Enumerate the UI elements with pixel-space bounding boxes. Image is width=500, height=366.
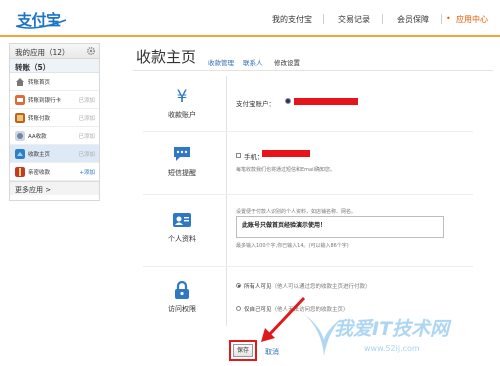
more-apps-link[interactable]: 更多应用 > [10, 181, 99, 195]
top-header: 支付宝 我的支付宝 交易记录 会员保障 • 应用中心 [0, 0, 500, 37]
section-label: 个人资料 [168, 235, 196, 243]
sidebar-item-status: 已添加 [78, 134, 95, 140]
sidebar-item-transfer-bank[interactable]: 转账到银行卡 已添加 [10, 91, 99, 109]
profile-textarea[interactable]: 此账号只做首页经验演示使用！ [236, 216, 444, 238]
header-divider [0, 35, 500, 37]
watermark-url: www.52ij.com [364, 344, 420, 353]
sidebar-item-label: 转账付款 [28, 116, 51, 122]
sidebar-item-label: 转账到银行卡 [28, 98, 62, 104]
sidebar-group-title: 转账（5） [15, 63, 51, 72]
profile-hint-bottom: 最多输入100个字,你已输入14。(可以输入86个字) [236, 243, 349, 249]
sidebar: 我的应用（12） 转账（5） 转账首页 转账到银行卡 已添加 转账付款 已添加 … [9, 43, 100, 201]
gift-icon [15, 167, 25, 177]
logo-text: 支付宝 [17, 11, 61, 29]
sidebar-item-label: 收款主页 [28, 152, 51, 158]
site-watermark: 我爱IT技术网 www.52ij.com [300, 306, 500, 366]
sidebar-item-transfer-home[interactable]: 转账首页 [10, 73, 99, 91]
more-apps-label: 更多应用 > [15, 186, 52, 194]
account-field-label: 支付宝账户： [236, 100, 275, 108]
sidebar-group-transfer[interactable]: 转账（5） [10, 59, 99, 73]
sidebar-item-label: 亲密收款 [28, 170, 51, 176]
sidebar-title: 我的应用（12） [15, 48, 70, 57]
nav-divider [382, 14, 383, 24]
profile-hint-top: 设置便于付款人识别的个人资料，如店铺名称、网名。 [236, 209, 357, 215]
account-avatar [285, 98, 291, 104]
title-divider [133, 70, 493, 71]
aa-icon [15, 131, 25, 141]
section-divider [143, 131, 473, 132]
sidebar-item-status: 已添加 [78, 116, 95, 122]
nav-my-alipay[interactable]: 我的支付宝 [272, 14, 312, 25]
lock-icon [175, 280, 189, 299]
section-sms: 短信提醒 [143, 144, 221, 178]
section-profile: 个人资料 [143, 210, 221, 244]
sidebar-item-aa[interactable]: AA收款 已添加 [10, 127, 99, 145]
yuan-icon: ¥ [177, 87, 188, 106]
nav-member-protection[interactable]: 会员保障 [397, 14, 429, 25]
nav-transactions[interactable]: 交易记录 [338, 14, 370, 25]
section-account: ¥ 收款账户 [143, 86, 221, 120]
sidebar-item-homepage[interactable]: 收款主页 已添加 [10, 145, 99, 163]
profile-card-icon [173, 213, 191, 227]
sidebar-header: 我的应用（12） [10, 44, 99, 59]
cancel-link[interactable]: 取消 [265, 347, 279, 357]
visibility-all-radio[interactable] [236, 283, 241, 288]
bank-card-icon [15, 95, 25, 105]
homepage-icon [15, 149, 25, 159]
phone-redaction [262, 150, 310, 157]
home-icon [16, 78, 24, 86]
sidebar-item-status: 已添加 [78, 152, 95, 158]
visibility-self-radio[interactable] [236, 306, 241, 311]
tab-contacts[interactable]: 联系人 [243, 57, 263, 67]
bullet-icon: • [446, 14, 451, 23]
tab-payment-management[interactable]: 收款管理 [208, 57, 234, 67]
section-label: 访问权限 [168, 305, 196, 313]
account-redaction [294, 98, 358, 105]
sms-checkbox[interactable] [236, 153, 241, 158]
sms-hint: 每笔收款我们也将通过短信和Email确知您。 [236, 167, 335, 173]
transfer-icon [15, 113, 25, 123]
sidebar-item-label: 转账首页 [28, 80, 51, 86]
section-divider [143, 266, 473, 267]
section-label: 短信提醒 [168, 169, 196, 177]
tab-edit-settings[interactable]: 修改设置 [274, 57, 300, 67]
form-divider [226, 76, 227, 326]
chat-icon [174, 147, 190, 161]
watermark-title: 我爱IT技术网 [334, 318, 450, 340]
gear-icon[interactable] [86, 46, 96, 56]
visibility-all-label[interactable]: 所有人可见（他人可以通过您的收款主页进行付款） [244, 282, 371, 290]
visibility-all-note: （他人可以通过您的收款主页进行付款） [271, 284, 371, 290]
save-button[interactable]: 保存 [233, 344, 253, 357]
alipay-logo[interactable]: 支付宝 [8, 3, 67, 29]
sidebar-item-label: AA收款 [28, 134, 47, 140]
section-access: 访问权限 [143, 280, 221, 314]
nav-app-center[interactable]: 应用中心 [456, 14, 488, 25]
section-label: 收款账户 [168, 111, 196, 119]
phone-field-label: 手机： [244, 153, 264, 161]
sidebar-item-transfer-pay[interactable]: 转账付款 已添加 [10, 109, 99, 127]
page-title: 收款主页 [136, 48, 197, 66]
nav-divider [441, 14, 442, 24]
svg-text:¥: ¥ [177, 87, 188, 106]
add-app-link[interactable]: +添加 [79, 168, 95, 176]
sidebar-item-status: 已添加 [78, 98, 95, 104]
sidebar-item-intimate[interactable]: 亲密收款 +添加 [10, 163, 99, 181]
section-divider [143, 194, 473, 195]
nav-divider [323, 14, 324, 24]
